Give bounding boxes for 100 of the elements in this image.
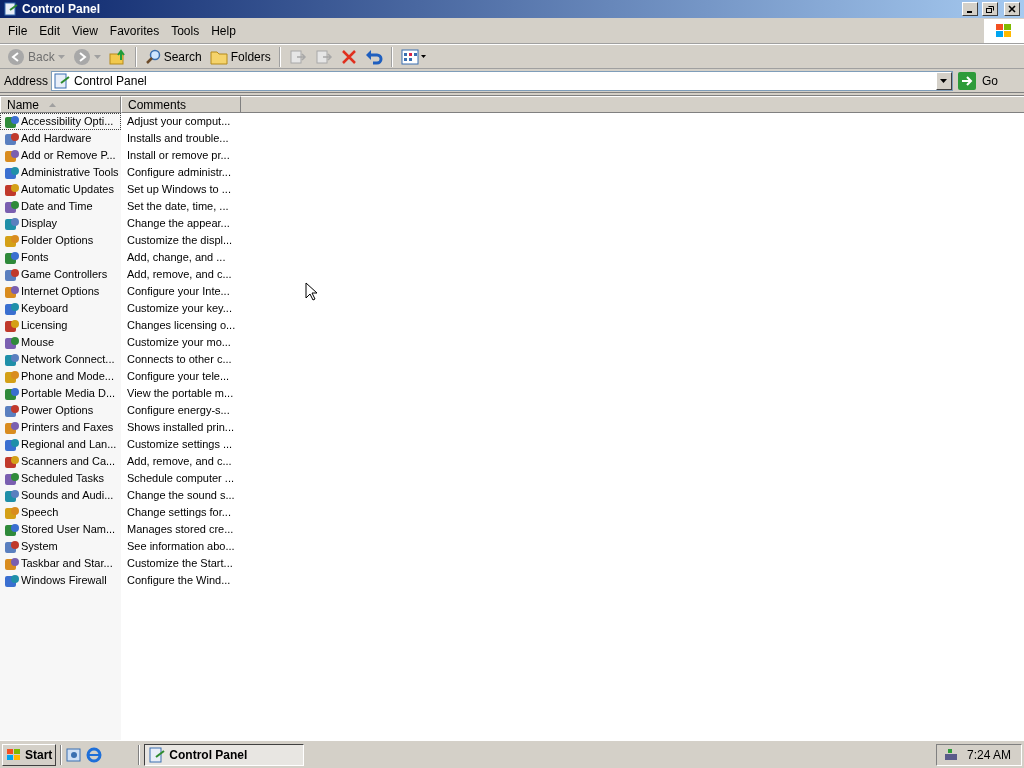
column-header[interactable]: Name [0, 96, 121, 113]
close-button[interactable] [1004, 2, 1020, 16]
list-item[interactable]: Scanners and Ca... [0, 453, 121, 470]
applet-icon [4, 215, 20, 232]
comment-cell-text: Add, remove, and c... [126, 267, 233, 282]
search-button[interactable]: Search [141, 45, 205, 68]
applet-icon [4, 504, 20, 521]
comment-cell-text: Set the date, time, ... [126, 199, 230, 214]
list-item[interactable]: Add Hardware [0, 130, 121, 147]
folder-icon [209, 48, 228, 65]
menu-item[interactable]: Favorites [103, 19, 166, 42]
list-item[interactable]: Keyboard [0, 300, 121, 317]
applet-icon [4, 555, 20, 572]
applet-icon [4, 164, 20, 181]
comment-cell-text: Customize the displ... [126, 233, 234, 248]
comment-cell-text: Customize your mo... [126, 335, 232, 350]
list-item[interactable]: Mouse [0, 334, 121, 351]
dropdown-caret-icon [57, 54, 65, 59]
undo-icon [364, 48, 383, 65]
dropdown-caret-icon [93, 54, 101, 59]
start-button[interactable]: Start [2, 743, 57, 766]
comment-cell-text: View the portable m... [126, 386, 235, 401]
comment-cell-text: Configure the Wind... [126, 573, 232, 588]
list-item[interactable]: System [0, 538, 121, 555]
menu-item[interactable]: Help [205, 19, 242, 42]
minimize-button[interactable] [962, 2, 978, 16]
comment-cell-text: Installs and trouble... [126, 131, 230, 146]
comment-cell-text: Shows installed prin... [126, 420, 235, 435]
comment-cell-text: Adjust your comput... [126, 114, 232, 129]
list-item[interactable]: Fonts [0, 249, 121, 266]
list-item[interactable]: Printers and Faxes [0, 419, 121, 436]
column-header[interactable]: Comments [121, 96, 241, 113]
restore-icon [986, 5, 994, 13]
delete-x-icon [340, 48, 357, 65]
comment-cell-text: Set up Windows to ... [126, 182, 232, 197]
restore-button[interactable] [982, 2, 998, 16]
list-item[interactable]: Scheduled Tasks [0, 470, 121, 487]
list-item[interactable]: Folder Options [0, 232, 121, 249]
applet-icon [4, 283, 20, 300]
comment-cell-text: Connects to other c... [126, 352, 233, 367]
applet-icon [4, 402, 20, 419]
address-label: Address [4, 72, 49, 90]
list-item[interactable]: Game Controllers [0, 266, 121, 283]
search-icon [144, 48, 161, 65]
copy-to-icon [314, 47, 333, 66]
applet-icon [4, 538, 20, 555]
list-item[interactable]: Regional and Lan... [0, 436, 121, 453]
windows-flag-icon [6, 747, 22, 762]
list-item[interactable]: Taskbar and Star... [0, 555, 121, 572]
comment-cell-text: Manages stored cre... [126, 522, 235, 537]
list-item[interactable]: Display [0, 215, 121, 232]
comment-cell-text: Configure your tele... [126, 369, 231, 384]
applet-icon [4, 249, 20, 266]
menu-item[interactable]: Tools [165, 19, 206, 42]
applet-icon [4, 385, 20, 402]
list-item[interactable]: Accessibility Opti... [0, 113, 121, 130]
list-item[interactable]: Network Connect... [0, 351, 121, 368]
applet-icon [4, 113, 20, 130]
comment-cell-text: See information abo... [126, 539, 236, 554]
list-item[interactable]: Sounds and Audi... [0, 487, 121, 504]
move-to-icon [288, 47, 307, 66]
list-item[interactable]: Windows Firewall [0, 572, 121, 589]
dropdown-button[interactable] [936, 71, 952, 90]
comment-cell-text: Add, remove, and c... [126, 454, 233, 469]
menu-item[interactable]: View [66, 19, 104, 42]
comment-cell-text: Customize your key... [126, 301, 233, 316]
list-item[interactable]: Internet Options [0, 283, 121, 300]
clock: 7:24 AM [966, 746, 1012, 764]
list-item[interactable]: Speech [0, 504, 121, 521]
folders-button[interactable]: Folders [206, 45, 274, 68]
address-field[interactable]: Control Panel [51, 70, 953, 91]
comment-cell-text: Change the sound s... [126, 488, 236, 503]
applet-icon [4, 453, 20, 470]
taskbar-button[interactable]: Control Panel [144, 743, 305, 766]
applet-icon [4, 317, 20, 334]
list-item[interactable]: Automatic Updates [0, 181, 121, 198]
list-item[interactable]: Power Options [0, 402, 121, 419]
applet-icon [4, 572, 20, 589]
comment-cell-text: Customize the Start... [126, 556, 234, 571]
list-item[interactable]: Stored User Nam... [0, 521, 121, 538]
caret-icon [940, 78, 948, 83]
applet-icon [4, 436, 20, 453]
comment-cell-text: Customize settings ... [126, 437, 234, 452]
comment-cell-text: Configure energy-s... [126, 403, 231, 418]
comment-cell-text: Configure your Inte... [126, 284, 231, 299]
sort-ascending-icon [49, 102, 56, 107]
list-item[interactable]: Phone and Mode... [0, 368, 121, 385]
comment-cell-text: Change settings for... [126, 505, 232, 520]
applet-icon [4, 470, 20, 487]
list-item[interactable]: Date and Time [0, 198, 121, 215]
list-item[interactable]: Portable Media D... [0, 385, 121, 402]
list-item[interactable]: Licensing [0, 317, 121, 334]
mouse-pointer-icon [305, 282, 317, 301]
go-button[interactable]: Go [956, 69, 1020, 92]
list-item[interactable]: Administrative Tools [0, 164, 121, 181]
menu-item[interactable]: Edit [33, 19, 67, 42]
menu-item[interactable]: File [2, 19, 34, 42]
applet-icon [4, 266, 20, 283]
list-item[interactable]: Add or Remove P... [0, 147, 121, 164]
applet-icon [4, 198, 20, 215]
